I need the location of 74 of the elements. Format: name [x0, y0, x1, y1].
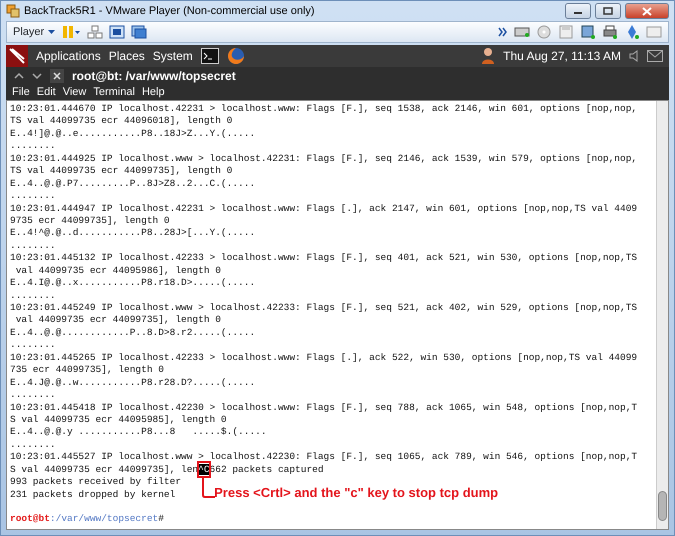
terminal-line: 10:23:01.445527 IP localhost.www > localhost.42230: Flags [F.], seq 1065, ack 789, win 546, options [nop,nop,T: [10, 451, 638, 464]
panel-menu[interactable]: System: [152, 47, 193, 65]
prompt-path: :/var/www/topsecret: [50, 513, 158, 524]
terminal-line: 10:23:01.444925 IP localhost.www > localhost.42231: Flags [F.], seq 2146, ack 1539, win 579, options [nop,nop,: [10, 152, 638, 166]
clock-text: Thu Aug 27, 11:13 AM: [503, 48, 621, 65]
panel-menu[interactable]: Applications: [36, 47, 101, 65]
fullscreen-icon[interactable]: [109, 25, 126, 39]
terminal-line: E..4..@.@.y ...........P8...8 .....$.(.....: [10, 426, 267, 439]
printer-icon[interactable]: [602, 24, 618, 40]
minimize-button[interactable]: [565, 3, 591, 19]
panel-menu[interactable]: Places: [108, 47, 145, 65]
terminal-line: 10:23:01.445265 IP localhost.42233 > localhost.www: Flags [.], ack 522, win 530, options [nop,nop,TS val 44099: [10, 352, 638, 364]
terminal-line: 10:23:01.444670 IP localhost.42231 > localhost.www: Flags [F.], seq 1538, ack 2146, win 601, options [nop,nop,: [10, 103, 638, 116]
terminal-line: val 44099735 ecr 44095986], length 0: [14, 264, 221, 278]
terminal-line: 10:23:01.445418 IP localhost.42230 > localhost.www: Flags [F.], seq 788, ack 1065, win 548, options [nop,nop,T: [10, 402, 638, 414]
terminal-line: E..4!^@.@..d...........P8..28J>[...Y.(.....: [10, 227, 256, 240]
maximize-button[interactable]: [595, 3, 621, 19]
close-icon[interactable]: [50, 69, 64, 83]
caret-icon: [48, 30, 56, 34]
terminal-line: ........: [10, 240, 56, 252]
terminal-line: ........: [10, 389, 56, 402]
terminal-line: ........: [10, 438, 56, 452]
close-button[interactable]: [625, 3, 669, 19]
terminal-line: E..4..@.@.P7.........P..8J>Z8..2...C.(.....: [10, 178, 256, 190]
floppy-icon[interactable]: [558, 24, 574, 40]
terminal-line: E..4.J@.@..w...........P8.r28.D?.....(.....: [10, 376, 256, 390]
terminal-line: E..4..@.@............P..8.D>8.r2.....(.....: [10, 326, 256, 340]
chevron-up-icon[interactable]: [14, 72, 24, 80]
terminal-line: ........: [10, 140, 56, 153]
app-icon: [6, 4, 20, 18]
terminal-icon[interactable]: [200, 48, 219, 64]
terminal-line: 10:23:01.445132 IP localhost.42233 > localhost.www: Flags [F.], seq 401, ack 521, win 530, options [nop,nop,TS: [10, 252, 638, 265]
terminal-line: ........: [10, 190, 56, 202]
terminal-line: 9735 ecr 44099735], length 0: [10, 214, 170, 228]
terminal-line: 735 ecr 44099735], length 0: [10, 364, 164, 377]
player-menu[interactable]: Player: [13, 24, 56, 40]
terminal-line: 10:23:01.444947 IP localhost.42231 > localhost.www: Flags [.], ack 2147, win 601, options [nop,nop,TS val 4409: [10, 202, 638, 215]
terminal-line: E..4.I@.@..x...........P8.r18.D>.....(.....: [10, 277, 256, 290]
user-icon: [481, 47, 496, 65]
terminal-line: S val 44099735 ecr 44095985], length 0: [10, 414, 227, 426]
browser-icon[interactable]: [226, 47, 245, 65]
menu-item[interactable]: File: [12, 84, 30, 101]
chevron-icon[interactable]: [498, 27, 508, 37]
terminal-line: TS val 44099735 ecr 44099735], length 0: [10, 165, 232, 178]
maximize-icon: [603, 7, 613, 15]
cd-icon[interactable]: [536, 24, 552, 40]
leader-line: [202, 478, 216, 498]
network-icon[interactable]: [87, 25, 104, 39]
menu-item[interactable]: View: [62, 84, 86, 101]
annotation-text: Press <Crtl> and the "c" key to stop tcp dump: [214, 486, 498, 500]
close-icon: [642, 6, 652, 16]
terminal-line: 10:23:01.445249 IP localhost.www > localhost.42233: Flags [F.], seq 521, ack 402, win 529, options [nop,nop,TS: [10, 302, 638, 314]
terminal-title: root@bt: /var/www/topsecret: [72, 68, 236, 85]
menu-item[interactable]: Edit: [36, 84, 56, 101]
terminal-line: 993 packets received by filter: [10, 476, 182, 489]
menu-item[interactable]: Terminal: [93, 84, 135, 101]
terminal-line: 231 packets dropped by kernel: [10, 488, 176, 501]
chevron-down-icon[interactable]: [32, 72, 42, 80]
pause-icon[interactable]: [61, 25, 82, 39]
speaker-icon[interactable]: [629, 50, 639, 62]
terminal-line: E..4!]@.@..e...........P8..18J>Z...Y.(.....: [10, 128, 256, 140]
window-title: BackTrack5R1 - VMware Player (Non-commercial use only): [24, 4, 316, 19]
terminal-line: S val 44099735 ecr 44099735], len: [10, 464, 198, 475]
terminal-line: ........: [10, 339, 56, 352]
scrollbar-thumb[interactable]: [658, 491, 667, 521]
menu-item[interactable]: Help: [142, 84, 165, 101]
terminal-line: TS val 44099735 ecr 44096018], length 0: [10, 115, 232, 128]
scrollbar[interactable]: [656, 101, 668, 529]
mail-icon[interactable]: [647, 50, 663, 62]
terminal-line: val 44099735 ecr 44099735], length 0: [14, 314, 221, 327]
terminal-line: ........: [10, 290, 56, 302]
annotation-box: [197, 460, 212, 478]
prompt-symbol: #: [158, 513, 164, 524]
prompt-user: root@bt: [10, 513, 50, 524]
